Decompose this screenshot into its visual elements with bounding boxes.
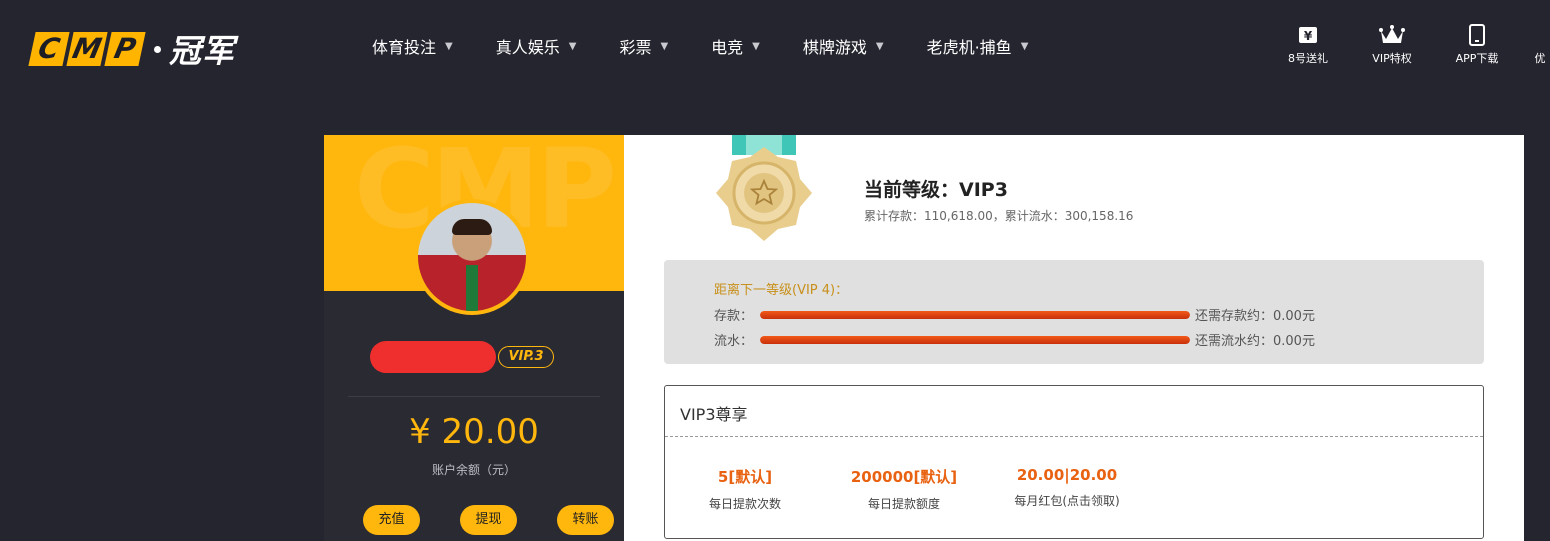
site-logo[interactable]: C M P 冠军 — [28, 26, 236, 72]
turnover-progress-fill — [760, 335, 1190, 344]
chevron-down-icon: ▼ — [1020, 40, 1029, 52]
vip-privileges: VIP3尊享 5[默认] 每日提款次数 200000[默认] 每日提款额度 20… — [664, 385, 1484, 539]
shortcut-label: 优 — [1534, 52, 1546, 65]
divider — [348, 396, 600, 397]
privilege-value: 20.00|20.00 — [1016, 466, 1118, 484]
shortcut-vip[interactable]: VIP特权 — [1357, 24, 1427, 66]
dashed-divider — [665, 436, 1483, 437]
user-panel: CMP VIP.3 ¥ 20.00 账户余额（元） 充值 提现 转账 — [324, 135, 624, 541]
avatar-hair — [452, 219, 492, 235]
nav-label: 真人娱乐 — [495, 38, 560, 57]
deposit-button[interactable]: 充值 — [363, 505, 420, 535]
deposit-need: 还需存款约：0.00元 — [1195, 309, 1315, 324]
current-level-title: 当前等级：VIP3 — [864, 179, 1008, 201]
privilege-label: 每日提款次数 — [708, 497, 781, 511]
deposit-progress-fill — [760, 310, 1190, 319]
logo-letters: C M P — [28, 32, 146, 66]
nav-label: 老虎机·捕鱼 — [926, 38, 1012, 57]
privilege-daily-withdraw-count: 5[默认] 每日提款次数 — [685, 466, 805, 512]
shortcut-label: APP下载 — [1455, 52, 1499, 65]
deposit-label: 存款： — [714, 309, 754, 324]
withdraw-button[interactable]: 提现 — [460, 505, 517, 535]
privilege-value: 5[默认] — [717, 468, 773, 486]
cumulative-stats: 累计存款：110,618.00，累计流水：300,158.16 — [864, 209, 1134, 223]
chevron-down-icon: ▼ — [752, 40, 760, 52]
shortcut-app[interactable]: APP下载 — [1442, 24, 1512, 66]
vip-medal-icon — [712, 135, 816, 245]
privilege-daily-withdraw-limit: 200000[默认] 每日提款额度 — [841, 466, 967, 512]
privilege-value: 200000[默认] — [850, 468, 958, 486]
chevron-down-icon: ▼ — [660, 40, 669, 52]
nav-label: 彩票 — [619, 38, 652, 57]
privilege-label: 每日提款额度 — [867, 497, 940, 511]
logo-letter-p: P — [104, 32, 146, 66]
logo-dot — [154, 45, 161, 53]
turnover-need: 还需流水约：0.00元 — [1195, 334, 1315, 349]
nav-label: 棋牌游戏 — [802, 38, 867, 57]
turnover-progress-row: 流水： 还需流水约：0.00元 — [714, 330, 1315, 349]
deposit-progress-bar — [760, 310, 1190, 319]
nav-esports[interactable]: 电竞 ▼ — [711, 34, 760, 58]
shortcut-promo[interactable]: 优 — [1525, 50, 1550, 66]
account-balance: ¥ 20.00 — [409, 412, 539, 452]
next-level-progress: 距离下一等级(VIP 4)： 存款： 还需存款约：0.00元 流水： 还需流水约… — [664, 260, 1484, 364]
privileges-title: VIP3尊享 — [680, 405, 748, 424]
svg-text:¥: ¥ — [1304, 29, 1313, 43]
logo-letter-m: M — [66, 32, 108, 66]
nav-label: 电竞 — [711, 38, 744, 57]
account-actions: 充值 提现 转账 — [363, 505, 614, 535]
nav-live-casino[interactable]: 真人娱乐 ▼ — [496, 34, 577, 58]
vip-panel: 当前等级：VIP3 累计存款：110,618.00，累计流水：300,158.1… — [624, 135, 1524, 541]
chevron-down-icon: ▼ — [445, 40, 453, 52]
avatar-shirt — [466, 265, 478, 311]
username-redacted — [370, 341, 496, 373]
yen-ticket-icon: ¥ — [1273, 24, 1343, 46]
deposit-progress-row: 存款： 还需存款约：0.00元 — [714, 305, 1315, 324]
next-level-title: 距离下一等级(VIP 4)： — [714, 283, 849, 298]
nav-label: 体育投注 — [372, 38, 437, 57]
balance-label: 账户余额（元） — [431, 463, 516, 477]
turnover-progress-bar — [760, 335, 1190, 344]
phone-icon — [1442, 24, 1512, 46]
chevron-down-icon: ▼ — [875, 40, 884, 52]
privilege-label: 每月红包(点击领取) — [1014, 494, 1120, 508]
avatar-image — [418, 203, 526, 311]
avatar[interactable] — [414, 199, 530, 315]
chevron-down-icon: ▼ — [568, 40, 577, 52]
nav-slots-fishing[interactable]: 老虎机·捕鱼 ▼ — [927, 34, 1029, 58]
nav-chess-games[interactable]: 棋牌游戏 ▼ — [803, 34, 884, 58]
logo-chinese-text: 冠军 — [169, 32, 236, 70]
top-header: C M P 冠军 体育投注 ▼ 真人娱乐 ▼ 彩票 ▼ 电竞 ▼ 棋牌游戏 ▼ … — [0, 0, 1550, 90]
vip-level-badge: VIP.3 — [498, 346, 554, 368]
shortcut-gift[interactable]: ¥ 8号送礼 — [1273, 24, 1343, 66]
turnover-label: 流水： — [714, 334, 754, 349]
privilege-monthly-red-envelope[interactable]: 20.00|20.00 每月红包(点击领取) — [997, 466, 1137, 509]
nav-lottery[interactable]: 彩票 ▼ — [619, 34, 668, 58]
main-nav: 体育投注 ▼ 真人娱乐 ▼ 彩票 ▼ 电竞 ▼ 棋牌游戏 ▼ 老虎机·捕鱼 ▼ — [372, 34, 1028, 58]
logo-letter-c: C — [28, 32, 70, 66]
shortcut-label: 8号送礼 — [1288, 52, 1328, 65]
shortcut-label: VIP特权 — [1372, 52, 1412, 65]
nav-sports[interactable]: 体育投注 ▼ — [372, 34, 453, 58]
crown-icon — [1357, 24, 1427, 46]
transfer-button[interactable]: 转账 — [557, 505, 614, 535]
